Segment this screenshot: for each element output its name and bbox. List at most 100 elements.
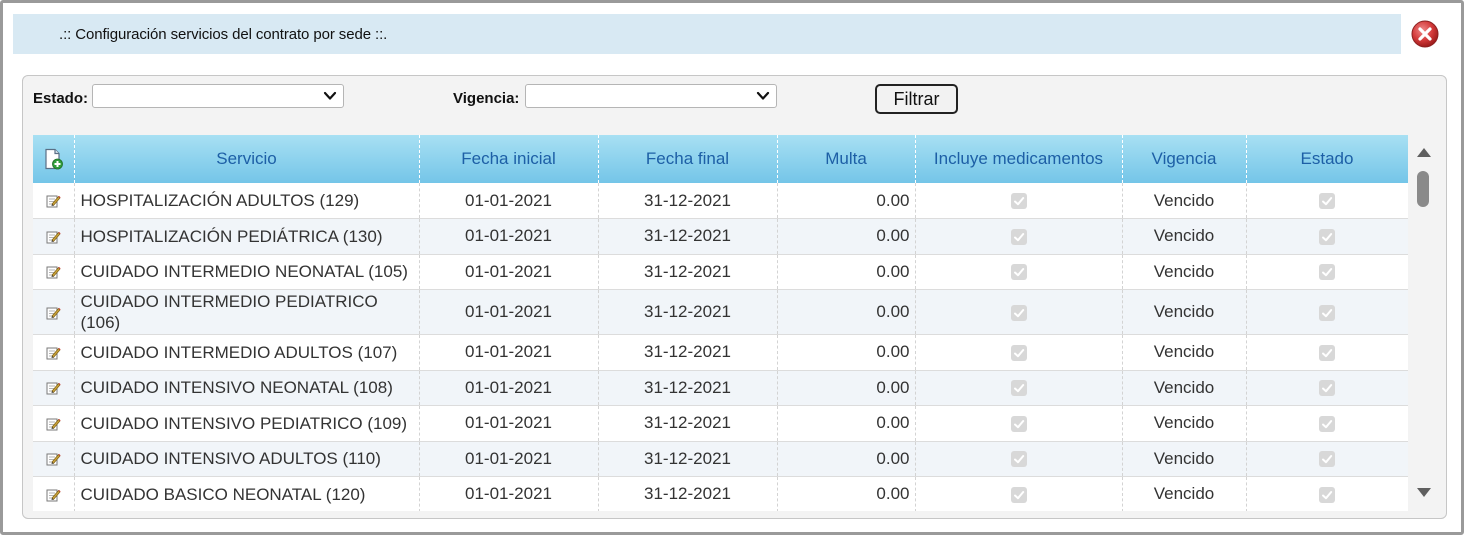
estado-checkbox (1319, 344, 1335, 361)
edit-icon[interactable] (45, 305, 61, 321)
table-row[interactable]: HOSPITALIZACIÓN PEDIÁTRICA (130) 01-01-20… (33, 218, 1408, 255)
cell-fecha-final: 31-12-2021 (598, 218, 778, 255)
scroll-up-arrow-icon[interactable] (1416, 146, 1432, 158)
column-header-estado[interactable]: Estado (1246, 135, 1408, 183)
incluye-medicamentos-checkbox (1010, 415, 1027, 432)
cell-incluye-medicamentos (915, 405, 1123, 442)
cell-vigencia: Vencido (1122, 218, 1247, 255)
cell-multa: 0.00 (777, 441, 916, 477)
filter-button[interactable]: Filtrar (875, 84, 958, 114)
cell-multa: 0.00 (777, 476, 916, 511)
add-document-icon[interactable] (43, 148, 64, 170)
cell-fecha-inicial: 01-01-2021 (419, 254, 599, 290)
cell-servicio: CUIDADO INTENSIVO PEDIATRICO (109) (74, 405, 420, 442)
edit-cell[interactable] (33, 289, 75, 335)
edit-cell[interactable] (33, 441, 75, 477)
estado-select[interactable] (92, 84, 344, 108)
column-header-fecha-inicial[interactable]: Fecha inicial (419, 135, 599, 183)
vigencia-label: Vigencia: (453, 90, 520, 107)
cell-estado (1246, 370, 1408, 406)
cell-multa: 0.00 (777, 370, 916, 406)
cell-incluye-medicamentos (915, 183, 1123, 219)
table-row[interactable]: CUIDADO INTERMEDIO ADULTOS (107) 01-01-20… (33, 334, 1408, 371)
estado-checkbox (1319, 304, 1335, 321)
cell-fecha-final: 31-12-2021 (598, 289, 778, 335)
cell-servicio: HOSPITALIZACIÓN ADULTOS (129) (74, 183, 420, 219)
services-table: Servicio Fecha inicial Fecha final Multa… (33, 135, 1408, 511)
cell-fecha-inicial: 01-01-2021 (419, 405, 599, 442)
table-row[interactable]: CUIDADO INTENSIVO NEONATAL (108) 01-01-20… (33, 370, 1408, 406)
cell-estado (1246, 476, 1408, 511)
column-header-fecha-final[interactable]: Fecha final (598, 135, 778, 183)
add-cell[interactable] (33, 135, 75, 183)
edit-icon[interactable] (45, 229, 61, 245)
cell-servicio: HOSPITALIZACIÓN PEDIÁTRICA (130) (74, 218, 420, 255)
scroll-down-arrow-icon[interactable] (1416, 487, 1432, 499)
edit-icon[interactable] (45, 380, 61, 396)
column-header-incluye-medicamentos[interactable]: Incluye medicamentos (915, 135, 1123, 183)
edit-icon[interactable] (45, 264, 61, 280)
edit-cell[interactable] (33, 218, 75, 255)
cell-fecha-final: 31-12-2021 (598, 254, 778, 290)
table-row[interactable]: CUIDADO INTERMEDIO PEDIATRICO (106) 01-01… (33, 289, 1408, 335)
incluye-medicamentos-checkbox (1010, 304, 1027, 321)
edit-icon[interactable] (45, 416, 61, 432)
cell-incluye-medicamentos (915, 334, 1123, 371)
table-row[interactable]: CUIDADO INTERMEDIO NEONATAL (105) 01-01-2… (33, 254, 1408, 290)
table-row[interactable]: CUIDADO INTENSIVO PEDIATRICO (109) 01-01-… (33, 405, 1408, 442)
cell-estado (1246, 183, 1408, 219)
column-header-servicio[interactable]: Servicio (74, 135, 420, 183)
cell-multa: 0.00 (777, 289, 916, 335)
vertical-scrollbar[interactable] (1413, 140, 1436, 508)
column-header-vigencia[interactable]: Vigencia (1122, 135, 1247, 183)
edit-icon[interactable] (45, 487, 61, 503)
edit-icon[interactable] (45, 345, 61, 361)
estado-checkbox (1319, 380, 1335, 397)
incluye-medicamentos-checkbox (1010, 380, 1027, 397)
dialog-titlebar: .:: Configuración servicios del contrato… (13, 14, 1401, 54)
edit-cell[interactable] (33, 254, 75, 290)
close-button[interactable] (1410, 19, 1440, 49)
cell-vigencia: Vencido (1122, 289, 1247, 335)
cell-estado (1246, 218, 1408, 255)
edit-cell[interactable] (33, 370, 75, 406)
cell-vigencia: Vencido (1122, 476, 1247, 511)
edit-cell[interactable] (33, 405, 75, 442)
incluye-medicamentos-checkbox (1010, 228, 1027, 245)
estado-checkbox (1319, 415, 1335, 432)
table-row[interactable]: CUIDADO INTENSIVO ADULTOS (110) 01-01-202… (33, 441, 1408, 477)
cell-fecha-inicial: 01-01-2021 (419, 370, 599, 406)
estado-checkbox (1319, 193, 1335, 210)
cell-fecha-inicial: 01-01-2021 (419, 441, 599, 477)
vigencia-select[interactable] (525, 84, 777, 108)
cell-servicio: CUIDADO INTENSIVO ADULTOS (110) (74, 441, 420, 477)
cell-incluye-medicamentos (915, 218, 1123, 255)
table-row[interactable]: HOSPITALIZACIÓN ADULTOS (129) 01-01-2021 3… (33, 183, 1408, 219)
cell-vigencia: Vencido (1122, 334, 1247, 371)
dialog-title: .:: Configuración servicios del contrato… (59, 25, 388, 43)
edit-cell[interactable] (33, 476, 75, 511)
edit-cell[interactable] (33, 183, 75, 219)
cell-servicio: CUIDADO INTERMEDIO NEONATAL (105) (74, 254, 420, 290)
cell-fecha-inicial: 01-01-2021 (419, 183, 599, 219)
services-grid: Servicio Fecha inicial Fecha final Multa… (33, 135, 1408, 511)
chevron-down-icon (323, 91, 337, 100)
edit-icon[interactable] (45, 451, 61, 467)
cell-multa: 0.00 (777, 334, 916, 371)
cell-incluye-medicamentos (915, 289, 1123, 335)
cell-estado (1246, 441, 1408, 477)
cell-servicio: CUIDADO BASICO NEONATAL (120) (74, 476, 420, 511)
cell-incluye-medicamentos (915, 441, 1123, 477)
edit-cell[interactable] (33, 334, 75, 371)
column-header-multa[interactable]: Multa (777, 135, 916, 183)
table-row[interactable]: CUIDADO BASICO NEONATAL (120) 01-01-2021 3… (33, 476, 1408, 511)
edit-icon[interactable] (45, 193, 61, 209)
incluye-medicamentos-checkbox (1010, 344, 1027, 361)
table-header-row: Servicio Fecha inicial Fecha final Multa… (33, 135, 1408, 183)
estado-checkbox (1319, 486, 1335, 503)
cell-fecha-final: 31-12-2021 (598, 476, 778, 511)
scrollbar-thumb[interactable] (1417, 171, 1429, 207)
cell-incluye-medicamentos (915, 254, 1123, 290)
estado-checkbox (1319, 451, 1335, 468)
chevron-down-icon (756, 91, 770, 100)
